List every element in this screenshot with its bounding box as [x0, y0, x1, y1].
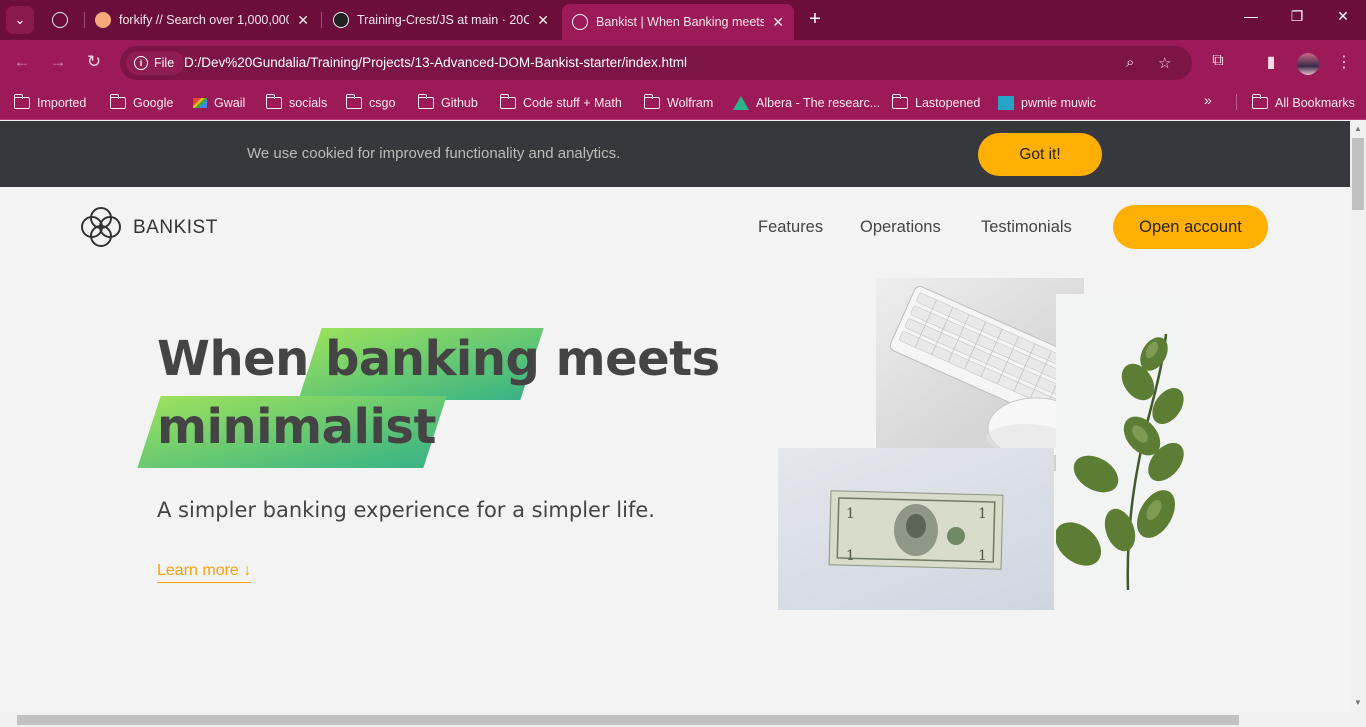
bookmark-pwmie-muwic[interactable]: pwmie muwic — [998, 92, 1096, 114]
zoom-icon[interactable]: ⌕ — [1126, 54, 1134, 71]
folder-icon — [499, 94, 516, 109]
bookmark-socials[interactable]: socials — [265, 92, 327, 114]
hero-title-line1: When banking meets — [157, 331, 720, 387]
restore-icon[interactable]: ❐ — [1285, 8, 1309, 25]
bookmark-lastopened[interactable]: Lastopened — [891, 92, 980, 114]
menu-icon[interactable]: ⋮ — [1333, 52, 1355, 72]
side-panel-icon[interactable]: ▮ — [1260, 52, 1282, 72]
open-account-button[interactable]: Open account — [1113, 205, 1268, 249]
bookmark-code-stuff[interactable]: Code stuff + Math — [499, 92, 622, 114]
bookmark-imported[interactable]: Imported — [13, 92, 86, 114]
folder-icon — [345, 94, 362, 109]
all-bookmarks[interactable]: All Bookmarks — [1251, 92, 1355, 114]
close-icon[interactable]: ✕ — [537, 12, 549, 29]
chevron-down-icon: ⌄ — [14, 12, 26, 27]
reload-icon[interactable]: ↻ — [83, 52, 105, 72]
tab-github[interactable]: Training-Crest/JS at main · 20CE ✕ — [323, 4, 559, 36]
cookie-accept-button[interactable]: Got it! — [978, 133, 1102, 176]
albera-icon — [733, 96, 749, 110]
gmail-icon — [193, 98, 207, 108]
forward-icon[interactable]: → — [47, 52, 69, 72]
svg-text:1: 1 — [846, 506, 855, 522]
site-info-chip[interactable]: i File — [126, 51, 185, 75]
vertical-scroll-thumb[interactable] — [1352, 138, 1364, 210]
tab-title: forkify // Search over 1,000,000 — [119, 13, 290, 27]
star-icon[interactable]: ☆ — [1158, 54, 1171, 72]
chatgpt-icon — [52, 12, 68, 28]
scroll-down-icon[interactable]: ▼ — [1352, 698, 1364, 707]
folder-icon — [643, 94, 660, 109]
svg-text:1: 1 — [846, 548, 855, 564]
tab-strip: ⌄ forkify // Search over 1,000,000 ✕ Tra… — [0, 0, 1366, 40]
back-icon[interactable]: ← — [11, 52, 33, 72]
tab-search-button[interactable]: ⌄ — [6, 6, 34, 34]
bankist-logo-icon[interactable] — [81, 207, 121, 247]
tab-chatgpt[interactable] — [42, 4, 82, 36]
tab-forkify[interactable]: forkify // Search over 1,000,000 ✕ — [85, 4, 319, 36]
tab-bankist[interactable]: Bankist | When Banking meets M ✕ — [562, 4, 794, 40]
folder-icon — [1251, 94, 1268, 109]
hero-image-keyboard — [876, 278, 1084, 471]
tab-title: Bankist | When Banking meets M — [596, 15, 765, 29]
bookmark-gwail[interactable]: Gwail — [193, 92, 245, 114]
folder-icon — [891, 94, 908, 109]
nav-link-features[interactable]: Features — [758, 218, 823, 237]
bankist-icon — [572, 14, 588, 30]
nav-link-testimonials[interactable]: Testimonials — [981, 218, 1072, 237]
info-icon: i — [134, 56, 148, 70]
chip-label: File — [154, 56, 175, 70]
forkify-icon — [95, 12, 111, 28]
logo-text[interactable]: BANKIST — [133, 217, 218, 239]
new-tab-button[interactable]: + — [803, 8, 827, 32]
hero-highlight-word: banking — [325, 331, 540, 387]
browser-toolbar: ← → ↻ i File D:/Dev%20Gundalia/Training/… — [0, 40, 1366, 86]
cookie-message: We use cookied for improved functionalit… — [247, 145, 621, 162]
hero-title-line2: minimalist — [157, 399, 436, 455]
close-window-icon[interactable]: ✕ — [1331, 8, 1355, 25]
extensions-icon[interactable]: ⧉ — [1207, 52, 1229, 70]
scroll-up-icon[interactable]: ▲ — [1352, 124, 1364, 133]
horizontal-scroll-thumb[interactable] — [17, 715, 1239, 725]
hero-image-plant — [1056, 294, 1192, 592]
folder-icon — [417, 94, 434, 109]
bookmarks-overflow-button[interactable]: » — [1204, 92, 1212, 108]
cookie-banner: We use cookied for improved functionalit… — [0, 121, 1350, 187]
page-viewport: We use cookied for improved functionalit… — [0, 121, 1350, 713]
bookmark-albera[interactable]: Albera - The researc... — [733, 92, 880, 114]
hero-highlight-word: minimalist — [157, 399, 436, 455]
folder-icon — [109, 94, 126, 109]
nav-link-operations[interactable]: Operations — [860, 218, 941, 237]
bookmarks-bar: Imported Google Gwail socials csgo Githu… — [0, 86, 1366, 120]
learn-more-button[interactable]: Learn more ↓ — [157, 562, 252, 583]
bookmark-github[interactable]: Github — [417, 92, 478, 114]
url-text[interactable]: D:/Dev%20Gundalia/Training/Projects/13-A… — [184, 55, 687, 70]
bookmark-csgo[interactable]: csgo — [345, 92, 395, 114]
bookmark-wolfram[interactable]: Wolfram — [643, 92, 713, 114]
bookmark-google[interactable]: Google — [109, 92, 173, 114]
close-icon[interactable]: ✕ — [772, 14, 784, 31]
hero-image-dollar: 1 1 1 1 — [778, 448, 1054, 610]
hero-subtitle: A simpler banking experience for a simpl… — [157, 498, 655, 522]
minimize-icon[interactable]: — — [1239, 8, 1263, 24]
tab-title: Training-Crest/JS at main · 20CE — [357, 13, 530, 27]
svg-text:1: 1 — [978, 548, 987, 564]
profile-avatar[interactable] — [1297, 53, 1319, 75]
folder-icon — [265, 94, 282, 109]
pwmie-icon — [998, 96, 1014, 110]
address-bar[interactable]: i File D:/Dev%20Gundalia/Training/Projec… — [120, 46, 1192, 80]
github-icon — [333, 12, 349, 28]
close-icon[interactable]: ✕ — [297, 12, 309, 29]
svg-text:1: 1 — [978, 506, 987, 522]
folder-icon — [13, 94, 30, 109]
